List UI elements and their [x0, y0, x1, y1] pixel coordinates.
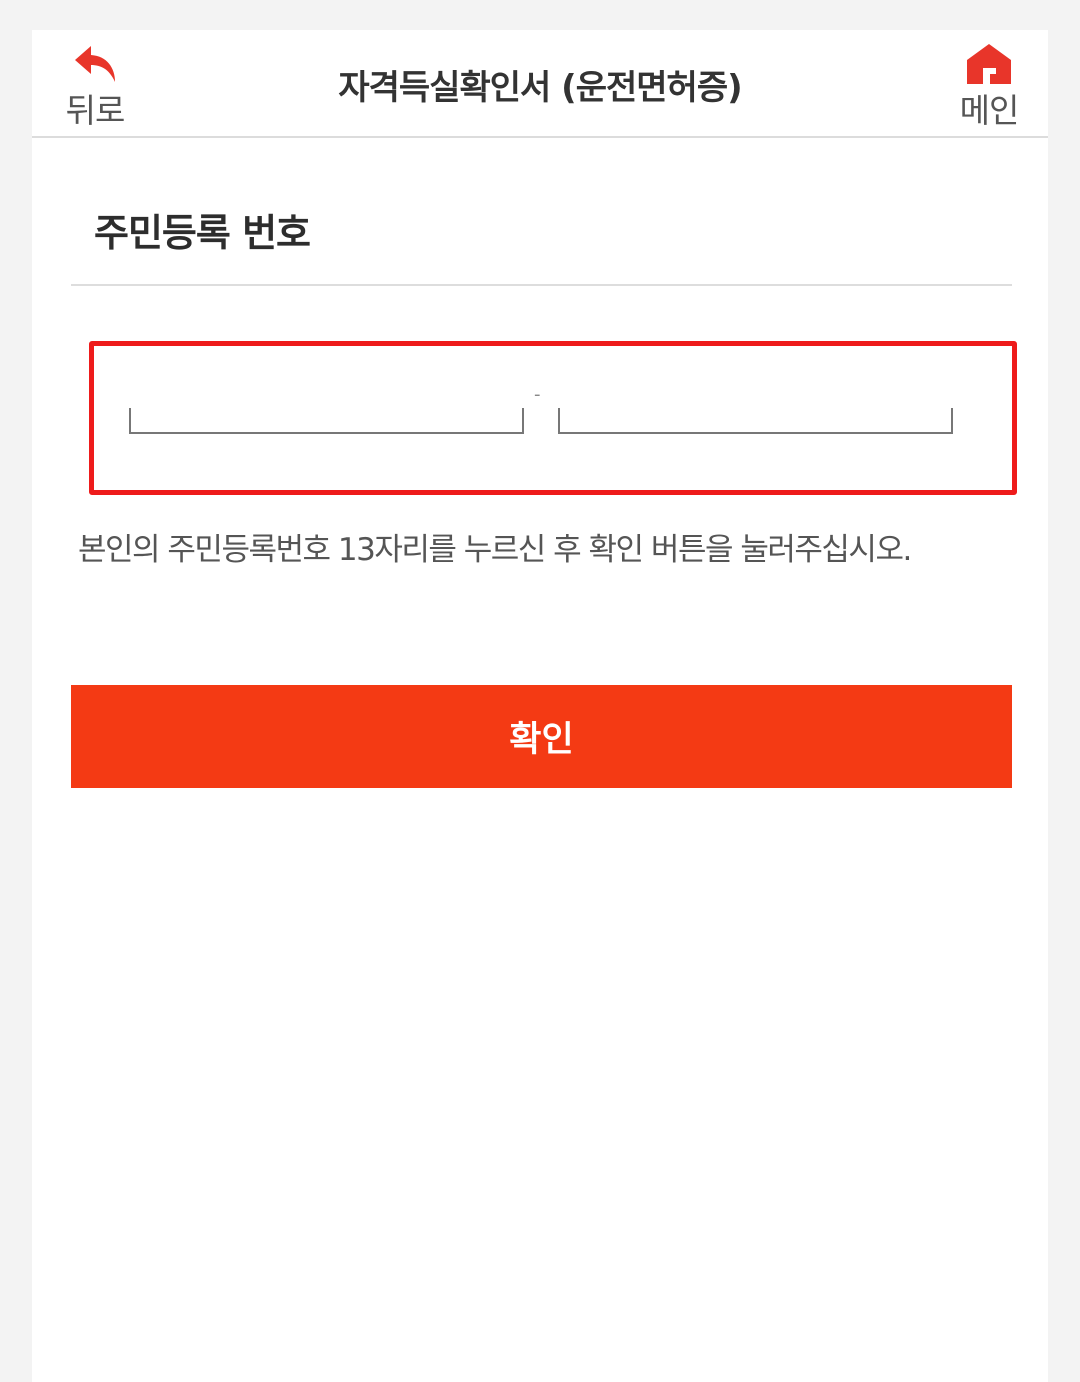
rrn-input-group: - — [89, 341, 1017, 495]
header-bar: 뒤로 자격득실확인서 (운전면허증) 메인 — [32, 30, 1048, 138]
section-title: 주민등록 번호 — [94, 211, 311, 255]
back-button[interactable]: 뒤로 — [50, 42, 140, 130]
instruction-text: 본인의 주민등록번호 13자리를 누르신 후 확인 버튼을 눌러주십시오. — [78, 532, 912, 568]
app-panel: 뒤로 자격득실확인서 (운전면허증) 메인 주민등록 번호 - 본인의 주민등록… — [32, 30, 1048, 1382]
rrn-back-input[interactable] — [558, 408, 953, 434]
confirm-button[interactable]: 확인 — [71, 685, 1012, 788]
home-icon — [967, 44, 1011, 84]
back-arrow-icon — [75, 46, 115, 82]
divider — [71, 284, 1012, 286]
home-label: 메인 — [959, 91, 1020, 130]
rrn-separator: - — [534, 384, 541, 405]
home-button[interactable]: 메인 — [944, 42, 1034, 130]
back-label: 뒤로 — [65, 91, 126, 130]
rrn-front-input[interactable] — [129, 408, 524, 434]
page-title: 자격득실확인서 (운전면허증) — [338, 68, 742, 108]
